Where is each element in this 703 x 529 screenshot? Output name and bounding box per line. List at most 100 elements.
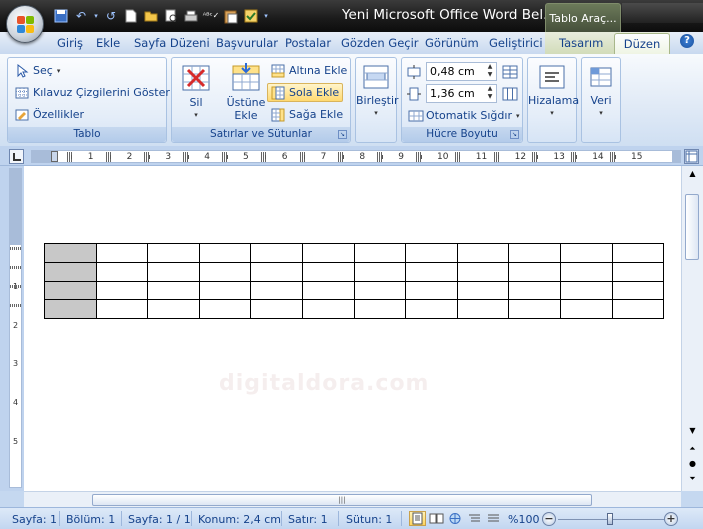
redo-icon[interactable]: ↺ bbox=[102, 7, 120, 25]
tab-basvurular[interactable]: Başvurular bbox=[216, 36, 278, 50]
spinner-arrows-icon[interactable]: ▲ ▼ bbox=[485, 63, 495, 80]
table-cell[interactable] bbox=[198, 261, 252, 282]
table-cell[interactable] bbox=[147, 280, 200, 301]
table-cell[interactable] bbox=[353, 261, 407, 282]
table-cell[interactable] bbox=[147, 299, 200, 320]
insert-below-button[interactable]: Altına Ekle bbox=[268, 61, 350, 80]
select-button[interactable]: Seç ▾ bbox=[12, 61, 63, 80]
tab-sayfa-duzeni[interactable]: Sayfa Düzeni bbox=[134, 36, 210, 50]
tab-selector-icon[interactable] bbox=[9, 149, 24, 164]
form-icon[interactable] bbox=[242, 7, 260, 25]
indent-marker[interactable] bbox=[51, 151, 58, 162]
distribute-columns-icon[interactable] bbox=[502, 87, 518, 101]
dialog-launcher-icon[interactable]: ↘ bbox=[510, 130, 519, 139]
table-cell[interactable] bbox=[559, 299, 613, 320]
status-page-count[interactable]: Sayfa: 1 / 1 bbox=[128, 513, 191, 526]
save-icon[interactable] bbox=[52, 7, 70, 25]
table-cell[interactable] bbox=[508, 243, 561, 263]
properties-button[interactable]: Özellikler bbox=[12, 105, 87, 124]
web-layout-view-icon[interactable] bbox=[447, 511, 464, 526]
zoom-out-icon[interactable]: − bbox=[542, 512, 556, 526]
table-cell[interactable] bbox=[353, 243, 407, 263]
row-marker[interactable] bbox=[10, 266, 21, 269]
autofit-button[interactable]: Otomatik Sığdır ▾ bbox=[405, 106, 523, 125]
previous-page-icon[interactable]: ⏶ bbox=[684, 442, 701, 456]
print-layout-view-icon[interactable] bbox=[409, 511, 426, 526]
table-cell[interactable] bbox=[250, 261, 303, 282]
table-cell[interactable] bbox=[353, 299, 407, 320]
table-cell[interactable] bbox=[405, 261, 458, 282]
table-cell[interactable] bbox=[301, 261, 355, 282]
table-cell[interactable] bbox=[301, 280, 355, 301]
table-cell[interactable] bbox=[250, 299, 303, 320]
status-page[interactable]: Sayfa: 1 bbox=[12, 513, 57, 526]
table-cell[interactable] bbox=[611, 261, 665, 282]
table-cell[interactable] bbox=[198, 280, 252, 301]
browse-object-icon[interactable]: ● bbox=[684, 457, 701, 471]
print-preview-icon[interactable] bbox=[162, 7, 180, 25]
table-cell[interactable] bbox=[508, 261, 561, 282]
row-marker[interactable] bbox=[10, 285, 21, 288]
paste-icon[interactable] bbox=[222, 7, 240, 25]
scroll-down-icon[interactable]: ▼ bbox=[684, 424, 701, 438]
table-cell[interactable] bbox=[95, 243, 149, 263]
scroll-thumb[interactable] bbox=[685, 194, 699, 260]
table-cell[interactable] bbox=[611, 243, 665, 263]
table-cell[interactable] bbox=[147, 243, 200, 263]
table-cell[interactable] bbox=[44, 299, 97, 320]
row-marker[interactable] bbox=[10, 304, 21, 307]
delete-button[interactable]: Sil ▾ bbox=[177, 62, 215, 122]
table-cell[interactable] bbox=[44, 243, 97, 263]
table-cell[interactable] bbox=[456, 280, 510, 301]
status-section[interactable]: Bölüm: 1 bbox=[66, 513, 115, 526]
table-cell[interactable] bbox=[405, 243, 458, 263]
tab-postalar[interactable]: Postalar bbox=[285, 36, 331, 50]
tab-gelistirici[interactable]: Geliştirici bbox=[489, 36, 543, 50]
table-cell[interactable] bbox=[44, 280, 97, 301]
table-cell[interactable] bbox=[250, 280, 303, 301]
tab-gozden-gecir[interactable]: Gözden Geçir bbox=[341, 36, 419, 50]
horizontal-scrollbar[interactable]: ||| bbox=[24, 491, 681, 507]
full-screen-reading-view-icon[interactable] bbox=[428, 511, 445, 526]
merge-button[interactable]: Birleştir ▾ bbox=[356, 62, 399, 120]
tab-gorunum[interactable]: Görünüm bbox=[425, 36, 479, 50]
table-cell[interactable] bbox=[353, 280, 407, 301]
table-cell[interactable] bbox=[95, 299, 149, 320]
table-cell[interactable] bbox=[301, 299, 355, 320]
open-folder-icon[interactable] bbox=[142, 7, 160, 25]
ruler-bar[interactable]: 1 2 3 4 5 6 7 8 9 10 11 12 13 14 15 bbox=[31, 150, 681, 163]
table-cell[interactable] bbox=[95, 280, 149, 301]
table-cell[interactable] bbox=[405, 299, 458, 320]
print-icon[interactable] bbox=[182, 7, 200, 25]
row-marker[interactable] bbox=[10, 247, 21, 250]
undo-icon[interactable]: ↶ bbox=[72, 7, 90, 25]
status-line[interactable]: Satır: 1 bbox=[288, 513, 328, 526]
table-cell[interactable] bbox=[456, 261, 510, 282]
row-height-input[interactable]: 0,48 cm ▲ ▼ bbox=[426, 62, 497, 81]
data-button[interactable]: Veri ▾ bbox=[582, 62, 620, 120]
outline-view-icon[interactable] bbox=[466, 511, 483, 526]
status-position[interactable]: Konum: 2,4 cm bbox=[198, 513, 281, 526]
table-cell[interactable] bbox=[147, 261, 200, 282]
tab-tasarim[interactable]: Tasarım bbox=[559, 36, 603, 50]
insert-above-button[interactable]: Üstüne Ekle bbox=[224, 62, 268, 122]
tab-ekle[interactable]: Ekle bbox=[96, 36, 120, 50]
table-cell[interactable] bbox=[559, 280, 613, 301]
table-cell[interactable] bbox=[198, 243, 252, 263]
table-cell[interactable] bbox=[456, 299, 510, 320]
status-column[interactable]: Sütun: 1 bbox=[346, 513, 392, 526]
help-icon[interactable]: ? bbox=[680, 34, 694, 48]
document-area[interactable]: digitaldora.com bbox=[24, 166, 681, 491]
scroll-up-icon[interactable]: ▲ bbox=[684, 167, 701, 181]
table-cell[interactable] bbox=[508, 299, 561, 320]
column-width-input[interactable]: 1,36 cm ▲ ▼ bbox=[426, 84, 497, 103]
spinner-arrows-icon[interactable]: ▲ ▼ bbox=[485, 85, 495, 102]
zoom-slider-thumb[interactable] bbox=[607, 513, 613, 525]
table-cell[interactable] bbox=[198, 299, 252, 320]
horizontal-scroll-thumb[interactable]: ||| bbox=[92, 494, 592, 506]
spelling-icon[interactable]: ᴬᴮᶜ✓ bbox=[202, 7, 220, 25]
alignment-button[interactable]: Hizalama ▾ bbox=[528, 62, 579, 120]
table-cell[interactable] bbox=[456, 243, 510, 263]
table-cell[interactable] bbox=[559, 243, 613, 263]
document-table[interactable] bbox=[44, 243, 665, 320]
